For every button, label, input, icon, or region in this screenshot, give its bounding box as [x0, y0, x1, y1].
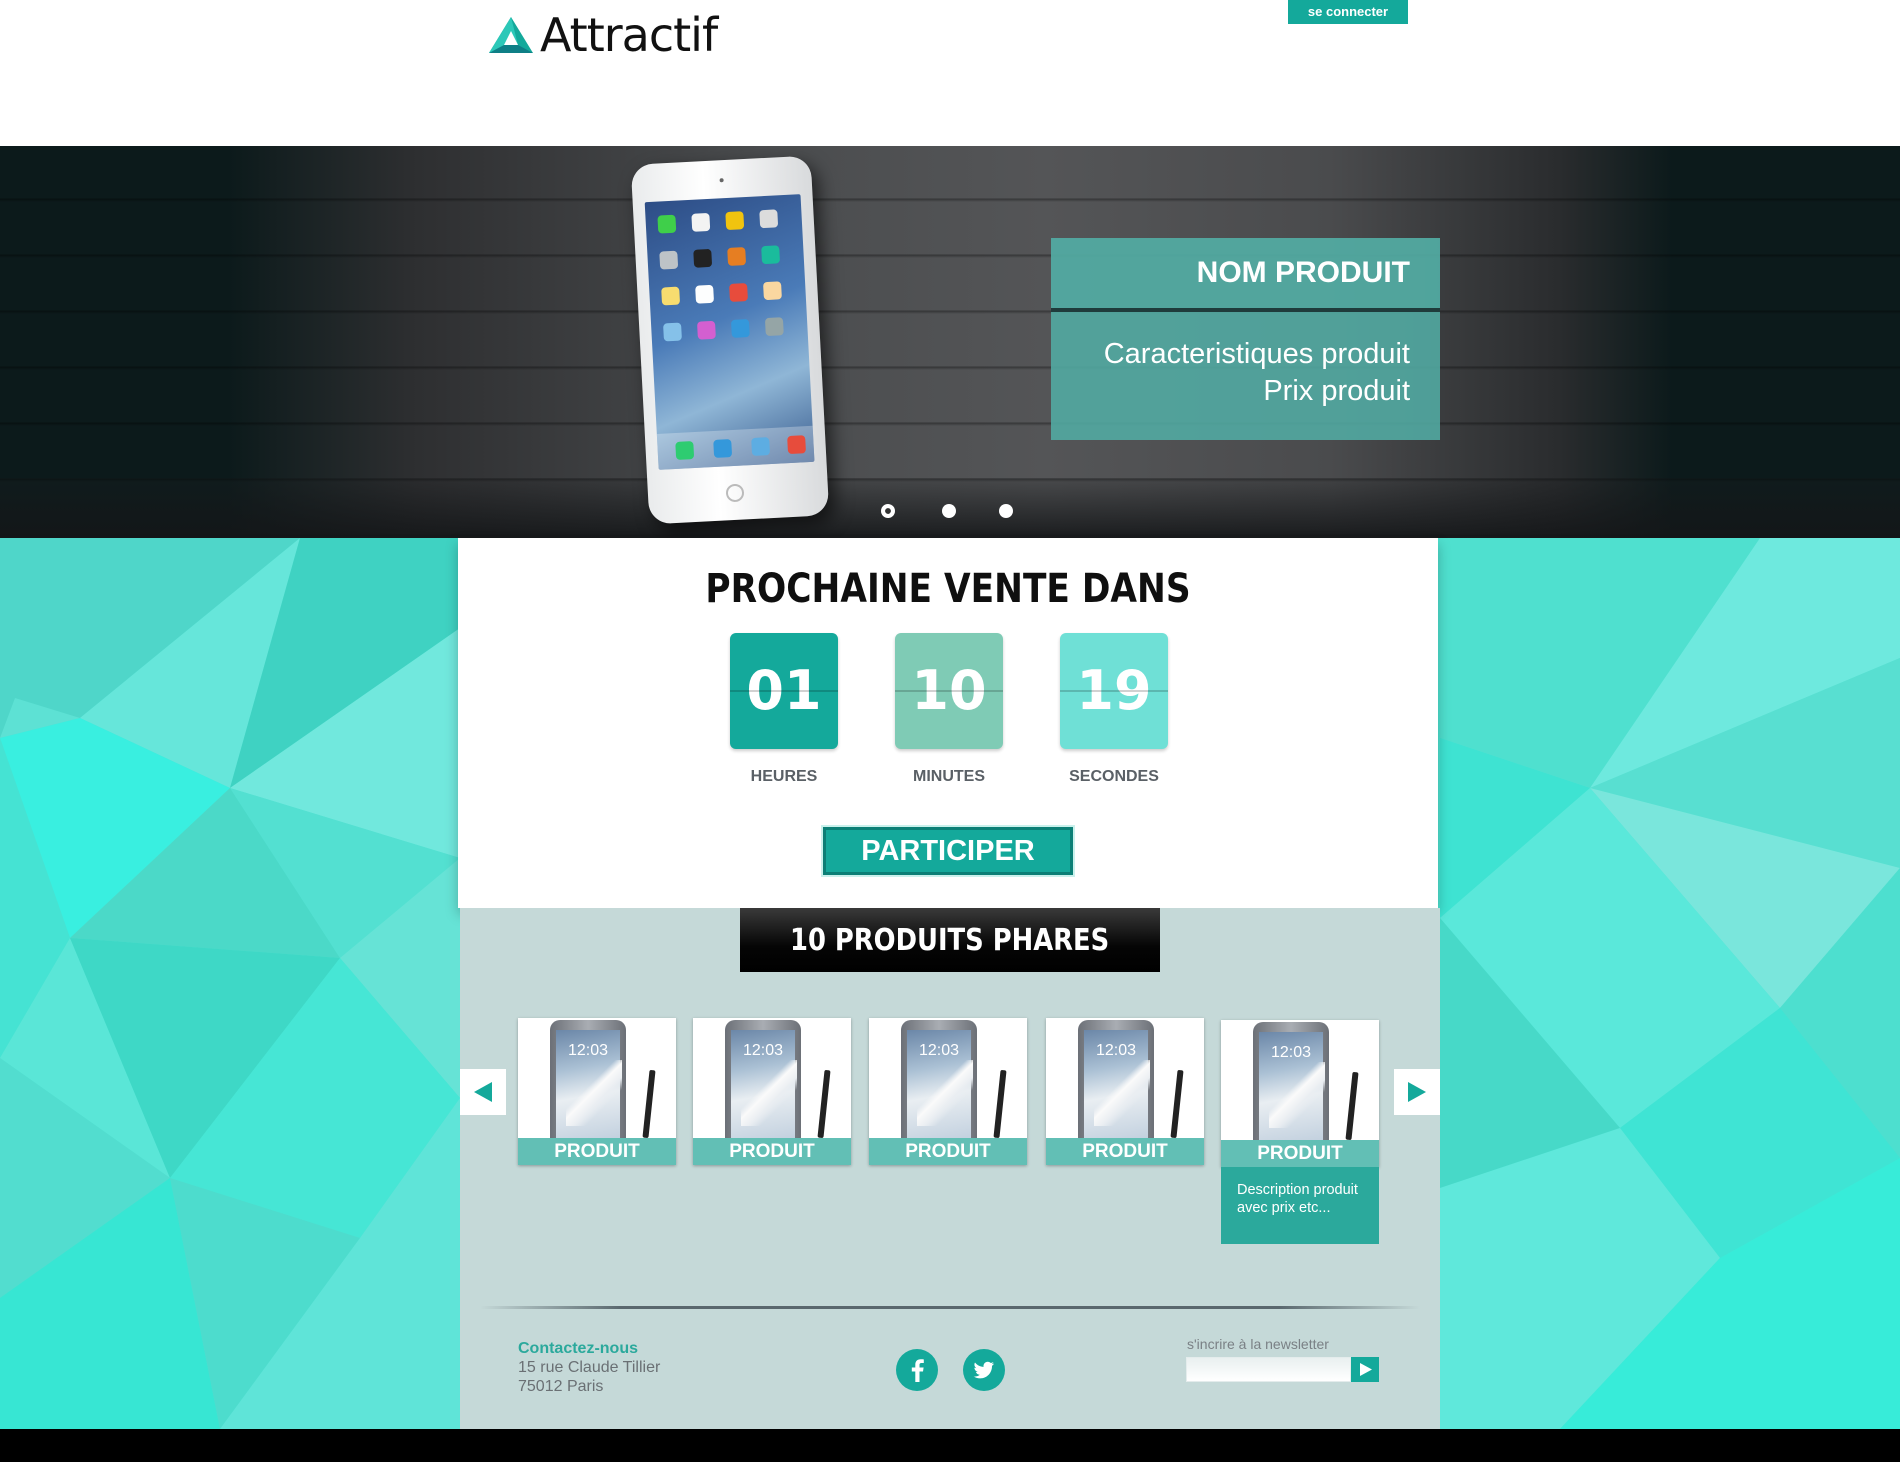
logo-text: Attractif	[540, 8, 718, 62]
logo-triangle-icon	[489, 17, 533, 53]
product-label: PRODUIT	[869, 1138, 1027, 1165]
seconds-box: 19	[1060, 633, 1168, 749]
carousel-prev-button[interactable]	[460, 1069, 506, 1115]
contact-title[interactable]: Contactez-nous	[518, 1340, 638, 1358]
newsletter-submit-button[interactable]	[1351, 1357, 1379, 1382]
bottom-bar	[0, 1429, 1900, 1462]
newsletter-label: s'incrire à la newsletter	[1187, 1336, 1329, 1352]
phone-image: 12:03	[550, 1020, 656, 1139]
countdown-title: PROCHAINE VENTE DANS	[705, 566, 1191, 612]
product-promo: NOM PRODUIT Caracteristiques produit Pri…	[1051, 238, 1440, 440]
product-description: Description produit avec prix etc...	[1221, 1167, 1379, 1244]
product-features: Caracteristiques produit	[1103, 338, 1410, 370]
product-label: PRODUIT	[518, 1138, 676, 1165]
slide-dot-2[interactable]	[942, 504, 956, 518]
site-header: Attractif se connecter	[0, 0, 1900, 146]
phone-image: 12:03	[1253, 1022, 1359, 1141]
seconds-label: SECONDES	[1069, 768, 1159, 785]
play-arrow-icon	[1360, 1363, 1372, 1376]
arrow-left-icon	[474, 1082, 492, 1102]
product-price: Prix produit	[1263, 375, 1410, 407]
minutes-box: 10	[895, 633, 1003, 749]
twitter-icon	[973, 1361, 994, 1379]
address-line-1: 15 rue Claude Tillier	[518, 1359, 661, 1376]
countdown-card: PROCHAINE VENTE DANS 01 HEURES 10 MINUTE…	[458, 538, 1438, 908]
facebook-icon	[911, 1359, 924, 1382]
product-label: PRODUIT	[1221, 1140, 1379, 1167]
product-name: NOM PRODUIT	[1051, 238, 1440, 308]
address-line-2: 75012 Paris	[518, 1378, 604, 1395]
product-card-1[interactable]: 12:03 PRODUIT	[518, 1018, 676, 1165]
product-details: Caracteristiques produit Prix produit	[1051, 312, 1440, 440]
featured-products: 10 PRODUITS PHARES 12:03 PRODUIT 12:03 P…	[460, 908, 1440, 1429]
twitter-link[interactable]	[963, 1349, 1005, 1391]
divider	[480, 1306, 1420, 1309]
product-label: PRODUIT	[1046, 1138, 1204, 1165]
login-button[interactable]: se connecter	[1288, 0, 1408, 24]
product-card-2[interactable]: 12:03 PRODUIT	[693, 1018, 851, 1165]
tablet-image	[630, 155, 830, 525]
product-card-5[interactable]: 12:03 PRODUIT Description produit avec p…	[1221, 1020, 1379, 1244]
product-card-4[interactable]: 12:03 PRODUIT	[1046, 1018, 1204, 1165]
products-title: 10 PRODUITS PHARES	[740, 908, 1160, 972]
arrow-right-icon	[1408, 1082, 1426, 1102]
minutes-label: MINUTES	[913, 768, 985, 785]
hours-box: 01	[730, 633, 838, 749]
participate-button[interactable]: PARTICIPER	[821, 825, 1075, 877]
hero-slider: NOM PRODUIT Caracteristiques produit Pri…	[0, 146, 1900, 538]
product-card-3[interactable]: 12:03 PRODUIT	[869, 1018, 1027, 1165]
slide-dot-1[interactable]	[881, 504, 895, 518]
slide-dot-3[interactable]	[999, 504, 1013, 518]
logo[interactable]: Attractif	[488, 8, 718, 62]
phone-image: 12:03	[725, 1020, 831, 1139]
carousel-next-button[interactable]	[1394, 1069, 1440, 1115]
facebook-link[interactable]	[896, 1349, 938, 1391]
newsletter-email-input[interactable]	[1186, 1357, 1351, 1382]
product-label: PRODUIT	[693, 1138, 851, 1165]
hours-label: HEURES	[750, 768, 818, 785]
phone-image: 12:03	[1078, 1020, 1184, 1139]
phone-image: 12:03	[901, 1020, 1007, 1139]
